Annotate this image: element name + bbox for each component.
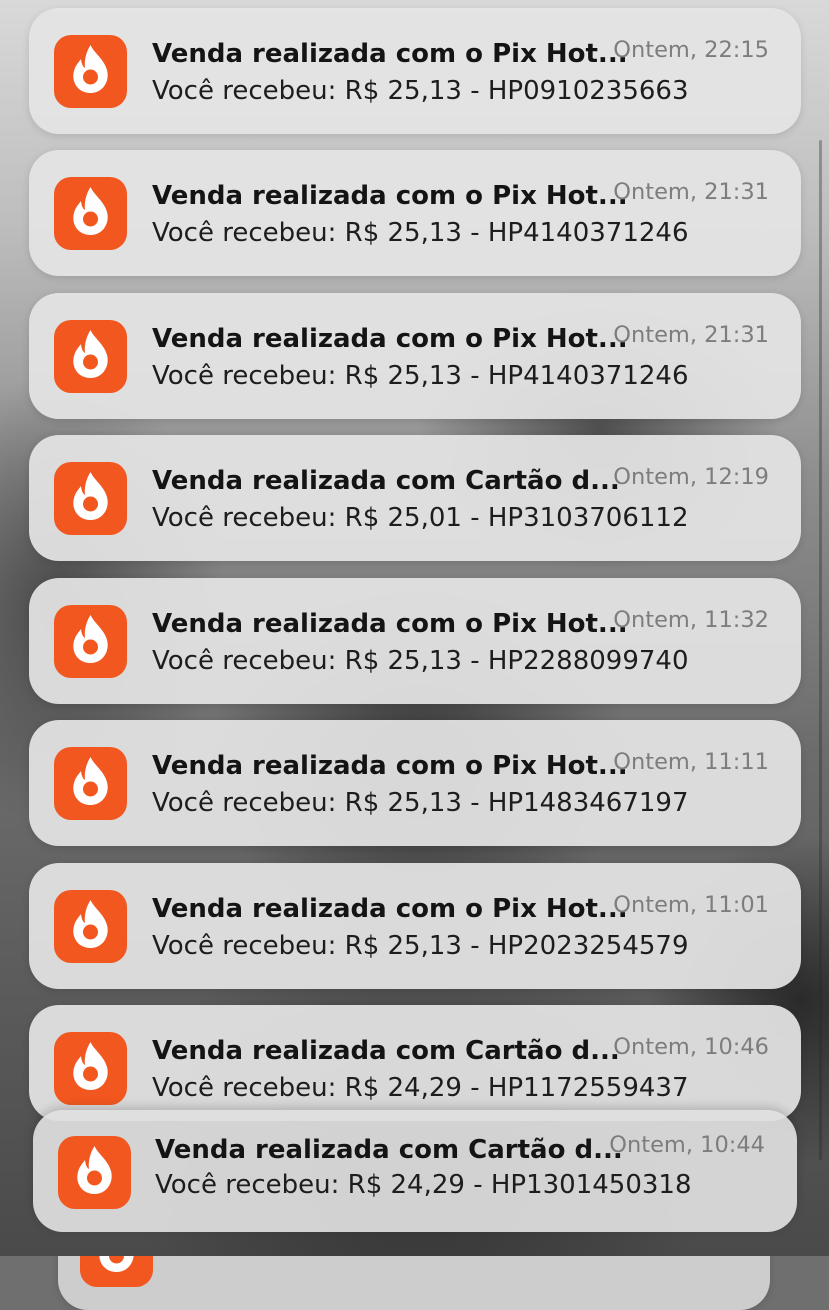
notification-body: Você recebeu: R$ 25,13 - HP1483467197 <box>152 788 689 818</box>
notification-time: Ontem, 12:19 <box>613 464 769 490</box>
notification-body: Você recebeu: R$ 25,13 - HP0910235663 <box>152 76 689 106</box>
notification-card[interactable]: Venda realizada com o Pix Hot... Ontem, … <box>29 8 801 134</box>
hotmart-flame-icon <box>54 462 127 535</box>
notification-list: Venda realizada com o Pix Hot... Ontem, … <box>0 0 829 1310</box>
notification-title: Venda realizada com o Pix Hot... <box>152 609 628 639</box>
notification-title: Venda realizada com Cartão d... <box>152 1036 620 1066</box>
notification-time: Ontem, 10:44 <box>609 1132 765 1158</box>
notification-time: Ontem, 11:32 <box>613 607 769 633</box>
notification-time: Ontem, 11:01 <box>613 892 769 918</box>
hotmart-flame-icon <box>54 890 127 963</box>
notification-body: Você recebeu: R$ 25,13 - HP4140371246 <box>152 361 689 391</box>
notification-title: Venda realizada com o Pix Hot... <box>152 751 628 781</box>
notification-card[interactable]: Venda realizada com o Pix Hot... Ontem, … <box>29 150 801 276</box>
notification-card[interactable]: Venda realizada com Cartão d... Ontem, 1… <box>29 435 801 561</box>
notification-time: Ontem, 21:31 <box>613 179 769 205</box>
notification-body: Você recebeu: R$ 24,29 - HP1301450318 <box>155 1170 692 1200</box>
notification-body: Você recebeu: R$ 25,01 - HP3103706112 <box>152 503 689 533</box>
notification-body: Você recebeu: R$ 25,13 - HP2023254579 <box>152 931 689 961</box>
notification-body: Você recebeu: R$ 25,13 - HP4140371246 <box>152 218 689 248</box>
hotmart-flame-icon <box>54 320 127 393</box>
notification-card[interactable]: Venda realizada com o Pix Hot... Ontem, … <box>29 863 801 989</box>
notification-title: Venda realizada com o Pix Hot... <box>152 894 628 924</box>
notification-card[interactable]: Venda realizada com o Pix Hot... Ontem, … <box>29 720 801 846</box>
notification-card[interactable]: Venda realizada com o Pix Hot... Ontem, … <box>29 578 801 704</box>
notification-title: Venda realizada com o Pix Hot... <box>152 181 628 211</box>
hotmart-flame-icon <box>54 35 127 108</box>
notification-time: Ontem, 10:46 <box>613 1034 769 1060</box>
hotmart-flame-icon <box>54 605 127 678</box>
notification-time: Ontem, 11:11 <box>613 749 769 775</box>
notification-body: Você recebeu: R$ 25,13 - HP2288099740 <box>152 646 689 676</box>
notification-title: Venda realizada com Cartão d... <box>155 1135 623 1165</box>
scroll-indicator[interactable] <box>819 140 822 1160</box>
notification-title: Venda realizada com Cartão d... <box>152 466 620 496</box>
notification-time: Ontem, 21:31 <box>613 322 769 348</box>
notification-card[interactable]: Venda realizada com Cartão d... Ontem, 1… <box>29 1005 801 1121</box>
hotmart-flame-icon <box>54 1032 127 1105</box>
hotmart-flame-icon <box>58 1136 131 1209</box>
notification-title: Venda realizada com o Pix Hot... <box>152 39 628 69</box>
notification-title: Venda realizada com o Pix Hot... <box>152 324 628 354</box>
notification-body: Você recebeu: R$ 24,29 - HP1172559437 <box>152 1073 689 1103</box>
notification-card[interactable]: Venda realizada com Cartão d... Ontem, 1… <box>33 1110 797 1232</box>
hotmart-flame-icon <box>54 177 127 250</box>
notification-card[interactable]: Venda realizada com o Pix Hot... Ontem, … <box>29 293 801 419</box>
hotmart-flame-icon <box>54 747 127 820</box>
notification-time: Ontem, 22:15 <box>613 37 769 63</box>
